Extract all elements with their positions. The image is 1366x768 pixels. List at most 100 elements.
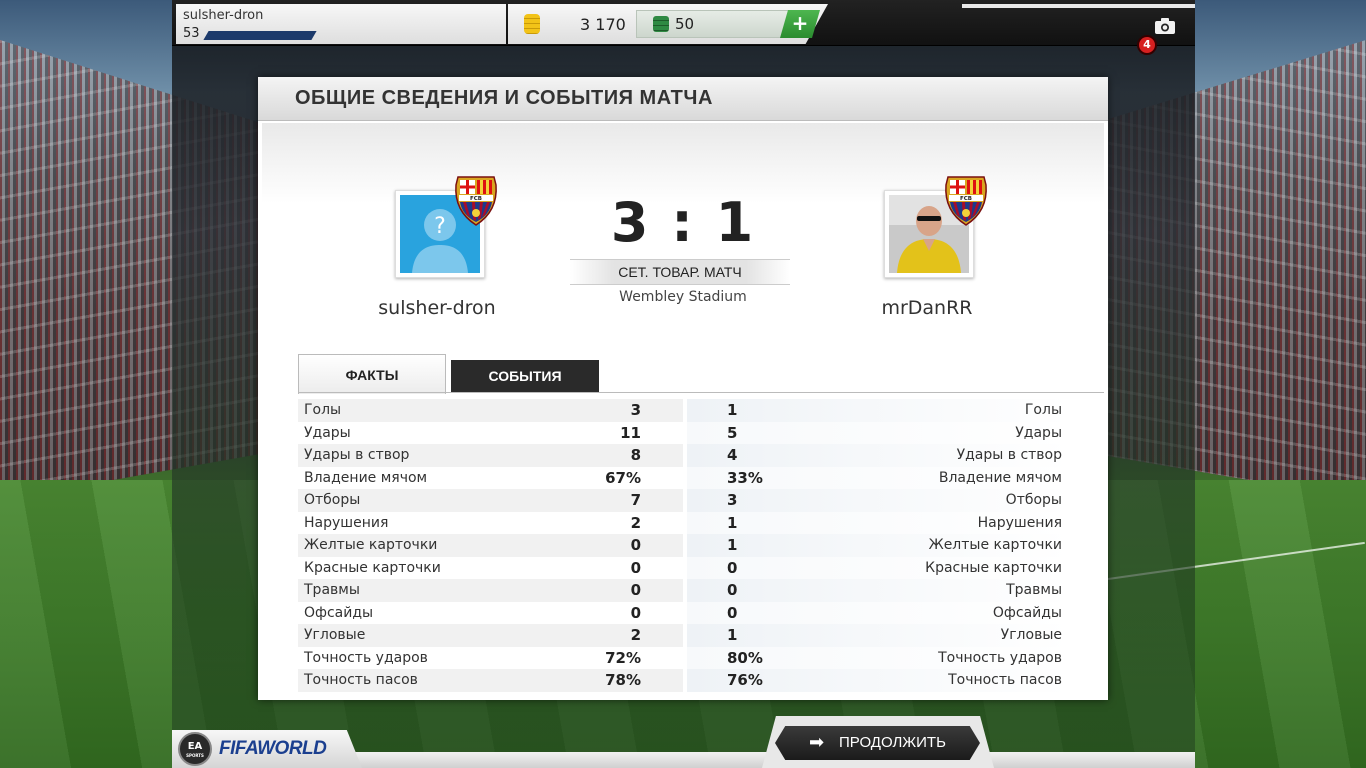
stat-value-away: 1 — [727, 513, 738, 532]
tab-facts[interactable]: ФАКТЫ — [298, 354, 446, 394]
stat-home-half: Владение мячом 67% — [298, 467, 683, 490]
stat-value-home: 67% — [605, 468, 641, 487]
user-profile-box[interactable]: sulsher-dron 53 — [176, 4, 506, 44]
stat-home-half: Точность ударов 72% — [298, 647, 683, 670]
stat-value-home: 2 — [630, 626, 641, 644]
stat-label-away: Отборы — [1005, 492, 1062, 508]
stat-value-home: 0 — [630, 581, 641, 599]
svg-text:SPORTS: SPORTS — [186, 753, 204, 758]
stat-home-half: Голы 3 — [298, 399, 683, 422]
stat-value-home: 0 — [630, 603, 641, 622]
stat-label-home: Удары — [304, 424, 351, 441]
stat-row: Угловые 2 1 Угловые — [298, 624, 1068, 647]
camera-icon[interactable] — [1154, 17, 1176, 35]
match-type: СЕТ. ТОВАР. МАТЧ — [618, 264, 742, 280]
stat-home-half: Нарушения 2 — [298, 512, 683, 535]
stat-label-away: Голы — [1024, 402, 1062, 418]
stat-row: Красные карточки 0 0 Красные карточки — [298, 556, 1068, 580]
stat-row: Удары 11 5 Удары — [298, 421, 1068, 445]
fifa-points-icon — [653, 16, 669, 32]
home-player-name: sulsher-dron — [378, 297, 496, 319]
stat-value-away: 0 — [727, 603, 738, 622]
stat-away-half: 1 Угловые — [687, 624, 1068, 647]
stat-label-home: Точность пасов — [304, 672, 418, 688]
stat-value-away: 1 — [727, 536, 738, 554]
stat-label-away: Угловые — [1000, 627, 1062, 643]
stat-value-away: 76% — [727, 671, 763, 689]
stat-away-half: 33% Владение мячом — [687, 466, 1068, 489]
stat-value-away: 80% — [727, 648, 763, 667]
tab-events[interactable]: СОБЫТИЯ — [451, 360, 599, 392]
stat-away-half: 1 Голы — [687, 399, 1068, 422]
stat-away-half: 4 Удары в створ — [687, 444, 1068, 467]
panel-header: ОБЩИЕ СВЕДЕНИЯ И СОБЫТИЯ МАТЧА — [258, 77, 1108, 121]
stat-value-home: 11 — [620, 423, 641, 442]
continue-label: ПРОДОЛЖИТЬ — [839, 734, 946, 751]
stat-label-away: Офсайды — [992, 604, 1062, 621]
stat-label-home: Отборы — [304, 492, 361, 508]
top-bar: sulsher-dron 53 3 170 50 + 4 — [172, 0, 1195, 55]
stat-value-home: 8 — [630, 446, 641, 464]
stat-row: Удары в створ 8 4 Удары в створ — [298, 444, 1068, 467]
continue-button[interactable]: ➡ ПРОДОЛЖИТЬ — [775, 726, 980, 760]
match-type-band: СЕТ. ТОВАР. МАТЧ — [570, 259, 790, 285]
stat-row: Владение мячом 67% 33% Владение мячом — [298, 466, 1068, 490]
stat-label-away: Нарушения — [977, 514, 1062, 531]
points-value: 50 — [675, 15, 695, 33]
arrow-right-icon: ➡ — [809, 732, 825, 752]
stat-value-away: 33% — [727, 468, 763, 487]
stat-away-half: 0 Красные карточки — [687, 556, 1068, 579]
stadium-name: Wembley Stadium — [619, 289, 747, 305]
svg-text:FCB: FCB — [960, 196, 972, 202]
ea-sports-logo: EA SPORTS — [178, 732, 212, 766]
stat-home-half: Офсайды 0 — [298, 602, 683, 625]
tabs-divider — [298, 392, 1104, 393]
stat-label-home: Желтые карточки — [304, 537, 438, 553]
stat-label-home: Угловые — [304, 627, 366, 643]
match-summary-panel: ОБЩИЕ СВЕДЕНИЯ И СОБЫТИЯ МАТЧА ? FCB sul… — [258, 77, 1108, 700]
currency-box: 3 170 50 — [508, 4, 828, 44]
stat-label-away: Травмы — [1006, 582, 1062, 598]
stat-away-half: 0 Офсайды — [687, 601, 1068, 624]
stat-label-home: Нарушения — [304, 514, 389, 531]
stat-row: Нарушения 2 1 Нарушения — [298, 511, 1068, 535]
stat-value-away: 4 — [727, 446, 738, 464]
stat-away-half: 5 Удары — [687, 421, 1068, 444]
stat-away-half: 1 Желтые карточки — [687, 534, 1068, 557]
stat-home-half: Красные карточки 0 — [298, 557, 683, 580]
level-label: 53 — [183, 26, 200, 41]
username-label: sulsher-dron — [183, 8, 264, 23]
stats-table: Голы 3 1 Голы Удары 11 5 Удары Удары в створ 8 4 Уд… — [298, 399, 1068, 692]
stat-home-half: Точность пасов 78% — [298, 669, 683, 692]
fcb-crest-icon: FCB — [455, 176, 497, 226]
stat-away-half: 80% Точность ударов — [687, 646, 1068, 669]
coin-icon — [524, 14, 540, 34]
stat-value-home: 2 — [630, 513, 641, 532]
stat-value-away: 3 — [727, 491, 738, 509]
fcb-crest-icon: FCB — [945, 176, 987, 226]
stat-label-away: Точность ударов — [938, 649, 1062, 666]
stat-row: Отборы 7 3 Отборы — [298, 489, 1068, 512]
stat-value-away: 5 — [727, 423, 738, 442]
score-display: 3 : 1 — [610, 191, 756, 254]
panel-title: ОБЩИЕ СВЕДЕНИЯ И СОБЫТИЯ МАТЧА — [295, 87, 713, 109]
stat-label-home: Владение мячом — [304, 469, 428, 486]
stat-home-half: Удары 11 — [298, 422, 683, 445]
stat-row: Точность ударов 72% 80% Точность ударов — [298, 646, 1068, 670]
stat-value-away: 1 — [727, 401, 738, 419]
topbar-strip — [962, 4, 1195, 8]
panel-body: ? FCB sulsher-dron 3 : 1 СЕТ. ТОВАР. МАТ… — [262, 123, 1104, 695]
stat-label-home: Точность ударов — [304, 649, 428, 666]
stat-label-home: Удары в створ — [304, 447, 410, 463]
stat-label-home: Голы — [304, 402, 342, 418]
stat-label-away: Удары в створ — [956, 447, 1062, 463]
stat-home-half: Отборы 7 — [298, 489, 683, 512]
stat-away-half: 1 Нарушения — [687, 511, 1068, 534]
stat-value-away: 0 — [727, 581, 738, 599]
away-player-name: mrDanRR — [881, 297, 973, 319]
stat-home-half: Желтые карточки 0 — [298, 534, 683, 557]
stat-value-home: 0 — [630, 536, 641, 554]
notification-badge[interactable]: 4 — [1137, 35, 1157, 55]
fifa-world-logo: FIFAWORLD — [219, 738, 327, 759]
stat-label-away: Желтые карточки — [928, 537, 1062, 553]
